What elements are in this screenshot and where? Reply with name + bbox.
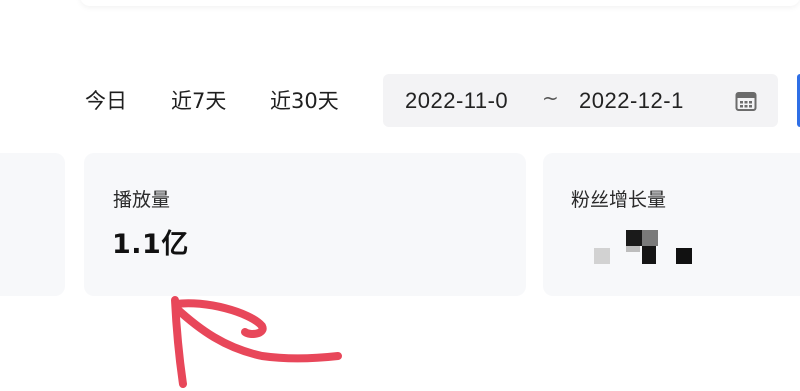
annotation-arrow-icon <box>171 296 342 388</box>
